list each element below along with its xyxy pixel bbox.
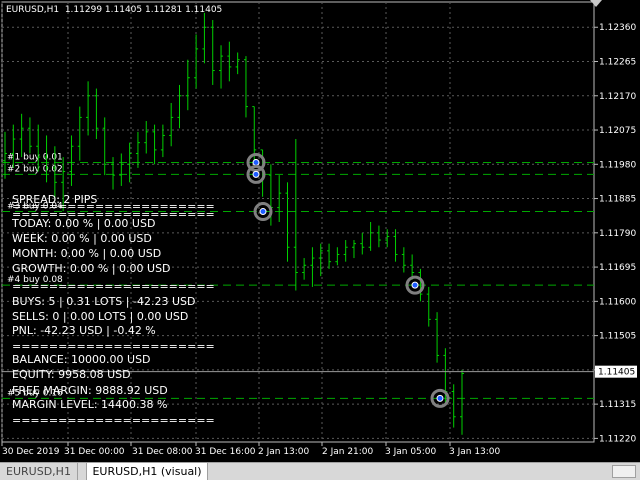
symbol-info: EURUSD,H1 1.11299 1.11405 1.11281 1.1140…: [6, 5, 223, 15]
chart-tab-bar: EURUSD,H1 EURUSD,H1 (visual): [0, 462, 640, 480]
current-price-label: 1.11405: [598, 368, 635, 378]
stats-line: MONTH: 0.00 % | 0.00 USD: [12, 247, 162, 260]
time-axis-label: 2 Jan 13:00: [258, 447, 310, 457]
time-axis-label: 30 Dec 2019: [2, 447, 60, 457]
time-axis-label: 31 Dec 16:00: [195, 447, 256, 457]
stats-line: SPREAD: 2 PIPS: [12, 193, 98, 206]
price-axis-label: 1.11980: [599, 160, 636, 170]
price-axis-label: 1.11220: [599, 434, 636, 444]
entry-marker-icon: [436, 394, 444, 402]
stats-line: BUYS: 5 | 0.31 LOTS | -42.23 USD: [12, 295, 196, 308]
time-axis-label: 3 Jan 13:00: [449, 447, 501, 457]
stats-separator: ======================: [12, 414, 215, 427]
price-axis-label: 1.11885: [599, 195, 636, 205]
stats-line: MARGIN LEVEL: 14400.38 %: [12, 398, 168, 411]
mt4-chart-window: 1.12360 1.12265 1.12170 1.12075 1.11980 1.118…: [0, 0, 640, 480]
price-axis-label: 1.12265: [599, 58, 636, 68]
stats-line: GROWTH: 0.00 % | 0.00 USD: [12, 262, 171, 275]
price-axis-label: 1.12075: [599, 126, 636, 136]
stats-line: TODAY: 0.00 % | 0.00 USD: [12, 217, 156, 230]
tab-eurusd-h1-visual[interactable]: EURUSD,H1 (visual): [86, 463, 208, 480]
price-axis-label: 1.11695: [599, 263, 636, 273]
stats-line: WEEK: 0.00 % | 0.00 USD: [12, 232, 152, 245]
time-axis-label: 31 Dec 08:00: [132, 447, 193, 457]
time-axis-label: 2 Jan 21:00: [322, 447, 374, 457]
entry-marker-icon: [411, 281, 419, 289]
stats-line: BALANCE: 10000.00 USD: [12, 353, 151, 366]
time-axis-label: 3 Jan 05:00: [385, 447, 437, 457]
time-axis-label: 31 Dec 00:00: [64, 447, 125, 457]
stats-line: PNL: -42.23 USD | -0.42 %: [12, 324, 156, 337]
price-axis-label: 1.11600: [599, 297, 636, 307]
entry-marker-icon: [252, 170, 260, 178]
shift-handle-icon[interactable]: [590, 0, 602, 7]
price-axis-label: 1.12170: [599, 92, 636, 102]
tab-eurusd-h1[interactable]: EURUSD,H1: [0, 463, 78, 480]
price-axis-label: 1.11790: [599, 229, 636, 239]
stats-separator: ======================: [12, 280, 215, 293]
stats-separator: ======================: [12, 340, 215, 353]
price-axis-label: 1.11505: [599, 332, 636, 342]
price-axis-label: 1.12360: [599, 23, 636, 33]
stats-line: SELLS: 0 | 0.00 LOTS | 0.00 USD: [12, 310, 189, 323]
stats-line: EQUITY: 9958.08 USD: [12, 368, 131, 381]
entry-marker-icon: [259, 208, 267, 216]
stats-line: FREE MARGIN: 9888.92 USD: [12, 384, 168, 397]
entry-marker-icon: [252, 158, 260, 166]
price-axis-label: 1.11315: [599, 400, 636, 410]
tab-scroll-button[interactable]: [612, 465, 636, 478]
